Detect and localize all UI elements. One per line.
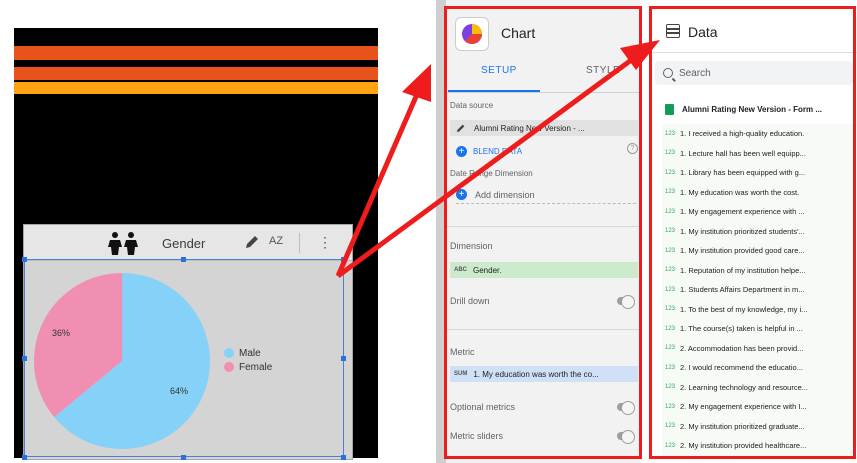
legend-item-male[interactable]: Male xyxy=(224,346,272,360)
pencil-icon[interactable] xyxy=(244,234,260,250)
legend-item-female[interactable]: Female xyxy=(224,360,272,374)
screenshot-root: Gender AZ ⋮ 36% 64% Male Female Chart SE… xyxy=(0,0,857,463)
more-vert-icon[interactable]: ⋮ xyxy=(318,234,332,251)
resize-handle[interactable] xyxy=(22,356,27,361)
annotation-arrowhead xyxy=(402,64,431,102)
chart-title: Gender xyxy=(162,236,206,251)
pie-chart[interactable] xyxy=(32,271,212,451)
resize-handle[interactable] xyxy=(341,356,346,361)
resize-handle[interactable] xyxy=(181,257,186,262)
resize-handle[interactable] xyxy=(22,455,27,460)
resize-handle[interactable] xyxy=(341,257,346,262)
annotation-box-data-panel xyxy=(649,6,856,459)
resize-handle[interactable] xyxy=(22,257,27,262)
slice-label-male: 64% xyxy=(170,386,189,396)
header-stripe-orange-top xyxy=(14,46,378,60)
resize-handle[interactable] xyxy=(341,455,346,460)
header-stripe-amber xyxy=(14,82,378,94)
legend-label-female: Female xyxy=(239,361,273,373)
people-icon xyxy=(108,232,138,255)
resize-handle[interactable] xyxy=(181,455,186,460)
legend-swatch-male xyxy=(224,348,234,358)
sort-az-icon[interactable]: AZ xyxy=(269,235,283,247)
slice-label-female: 36% xyxy=(52,328,71,338)
annotation-box-chart-panel xyxy=(444,6,642,459)
header-stripe-orange-bottom xyxy=(14,67,378,80)
header-divider xyxy=(299,233,300,253)
legend-swatch-female xyxy=(224,362,234,372)
chart-header: Gender AZ ⋮ xyxy=(24,225,352,261)
chart-legend: Male Female xyxy=(224,346,272,374)
legend-label-male: Male xyxy=(239,347,261,359)
